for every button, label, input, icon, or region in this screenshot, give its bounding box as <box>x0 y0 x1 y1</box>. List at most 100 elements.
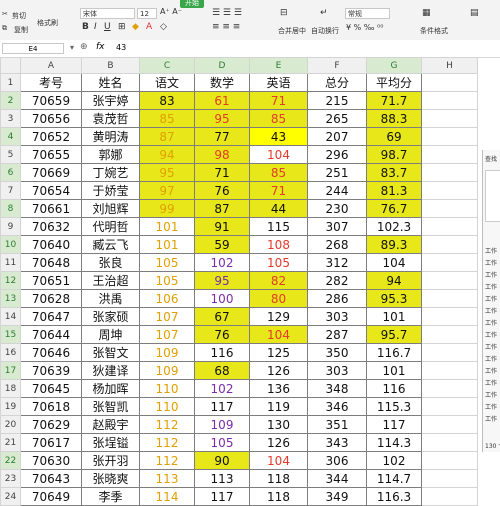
cell-math[interactable]: 77 <box>194 127 250 146</box>
row-header[interactable]: 19 <box>0 397 21 416</box>
cell-math[interactable]: 76 <box>194 325 250 344</box>
cell-total[interactable]: 344 <box>307 469 367 488</box>
cell-average[interactable]: 95.3 <box>366 289 422 308</box>
cell-total[interactable]: 350 <box>307 343 367 362</box>
row-header[interactable]: 22 <box>0 451 21 470</box>
cell-chinese[interactable]: 87 <box>139 127 195 146</box>
cell-total[interactable]: 287 <box>307 325 367 344</box>
cell-total[interactable]: 230 <box>307 199 367 218</box>
cell-average[interactable]: 95.7 <box>366 325 422 344</box>
cell-average[interactable]: 83.7 <box>366 163 422 182</box>
row-header[interactable]: 18 <box>0 379 21 398</box>
cell-average[interactable]: 71.7 <box>366 91 422 110</box>
empty-cell[interactable] <box>421 73 478 92</box>
cell-name[interactable]: 张良 <box>81 253 140 272</box>
clear-format-icon[interactable]: ◇ <box>160 22 167 32</box>
empty-cell[interactable] <box>421 253 478 272</box>
cell-math[interactable]: 102 <box>194 379 250 398</box>
cell-total[interactable]: 215 <box>307 91 367 110</box>
conditional-format-button[interactable]: 条件格式 <box>420 26 448 36</box>
cell-english[interactable]: 104 <box>249 145 308 164</box>
cell-id[interactable]: 70661 <box>20 199 82 218</box>
cell-name[interactable]: 洪禹 <box>81 289 140 308</box>
header-cell-chinese[interactable]: 语文 <box>139 73 195 92</box>
empty-cell[interactable] <box>421 325 478 344</box>
cell-id[interactable]: 70630 <box>20 451 82 470</box>
cell-average[interactable]: 116.3 <box>366 487 422 506</box>
cut-button[interactable]: 剪切 <box>12 11 26 21</box>
row-header[interactable]: 23 <box>0 469 21 488</box>
cell-math[interactable]: 117 <box>194 397 250 416</box>
row-header[interactable]: 12 <box>0 271 21 290</box>
cell-english[interactable]: 82 <box>249 271 308 290</box>
cell-chinese[interactable]: 110 <box>139 379 195 398</box>
cell-average[interactable]: 94 <box>366 271 422 290</box>
cell-id[interactable]: 70628 <box>20 289 82 308</box>
cell-average[interactable]: 88.3 <box>366 109 422 128</box>
cell-name[interactable]: 黄明涛 <box>81 127 140 146</box>
cell-average[interactable]: 102.3 <box>366 217 422 236</box>
cell-name[interactable]: 李季 <box>81 487 140 506</box>
cell-chinese[interactable]: 85 <box>139 109 195 128</box>
cell-english[interactable]: 71 <box>249 181 308 200</box>
cell-average[interactable]: 116.7 <box>366 343 422 362</box>
row-header[interactable]: 9 <box>0 217 21 236</box>
cell-english[interactable]: 71 <box>249 91 308 110</box>
empty-cell[interactable] <box>421 307 478 326</box>
cell-total[interactable]: 207 <box>307 127 367 146</box>
cell-total[interactable]: 286 <box>307 289 367 308</box>
cell-english[interactable]: 44 <box>249 199 308 218</box>
empty-cell[interactable] <box>421 289 478 308</box>
cell-id[interactable]: 70669 <box>20 163 82 182</box>
cell-average[interactable]: 89.3 <box>366 235 422 254</box>
cell-chinese[interactable]: 101 <box>139 217 195 236</box>
cell-id[interactable]: 70643 <box>20 469 82 488</box>
cell-english[interactable]: 126 <box>249 433 308 452</box>
cell-name[interactable]: 于娇莹 <box>81 181 140 200</box>
cell-total[interactable]: 282 <box>307 271 367 290</box>
row-header[interactable]: 14 <box>0 307 21 326</box>
panel-result-item[interactable]: 工作 <box>485 390 497 399</box>
cell-total[interactable]: 346 <box>307 397 367 416</box>
cell-chinese[interactable]: 83 <box>139 91 195 110</box>
wrap-icon[interactable]: ↵ <box>320 8 328 18</box>
cell-total[interactable]: 303 <box>307 361 367 380</box>
row-header[interactable]: 10 <box>0 235 21 254</box>
fill-color-icon[interactable]: ◆ <box>132 22 139 32</box>
fx-icon[interactable]: fx <box>96 42 105 52</box>
panel-result-item[interactable]: 工作 <box>485 258 497 267</box>
cell-id[interactable]: 70656 <box>20 109 82 128</box>
panel-result-item[interactable]: 工作 <box>485 246 497 255</box>
empty-cell[interactable] <box>421 217 478 236</box>
row-header[interactable]: 3 <box>0 109 21 128</box>
cell-name[interactable]: 杨加晖 <box>81 379 140 398</box>
cell-id[interactable]: 70640 <box>20 235 82 254</box>
empty-cell[interactable] <box>421 433 478 452</box>
cell-name[interactable]: 张开羽 <box>81 451 140 470</box>
empty-cell[interactable] <box>421 379 478 398</box>
column-header-g[interactable]: G <box>366 57 422 74</box>
cell-total[interactable]: 251 <box>307 163 367 182</box>
empty-cell[interactable] <box>421 199 478 218</box>
row-header[interactable]: 4 <box>0 127 21 146</box>
cell-id[interactable]: 70645 <box>20 379 82 398</box>
cell-chinese[interactable]: 114 <box>139 487 195 506</box>
empty-cell[interactable] <box>421 109 478 128</box>
cell-id[interactable]: 70632 <box>20 217 82 236</box>
cell-total[interactable]: 306 <box>307 451 367 470</box>
cell-chinese[interactable]: 105 <box>139 253 195 272</box>
select-all-corner[interactable] <box>0 57 21 74</box>
row-header[interactable]: 6 <box>0 163 21 182</box>
cell-english[interactable]: 104 <box>249 325 308 344</box>
scissors-icon[interactable]: ✂ <box>2 10 8 18</box>
number-format-select[interactable]: 常规 <box>345 8 390 19</box>
wrap-text-button[interactable]: 自动换行 <box>311 26 339 36</box>
cell-math[interactable]: 98 <box>194 145 250 164</box>
cell-total[interactable]: 244 <box>307 181 367 200</box>
cell-name[interactable]: 张埕镒 <box>81 433 140 452</box>
cell-name[interactable]: 狄建译 <box>81 361 140 380</box>
copy-button[interactable]: 复制 <box>14 25 28 35</box>
cell-name[interactable]: 刘旭辉 <box>81 199 140 218</box>
cell-name[interactable]: 丁婉艺 <box>81 163 140 182</box>
cell-english[interactable]: 80 <box>249 289 308 308</box>
